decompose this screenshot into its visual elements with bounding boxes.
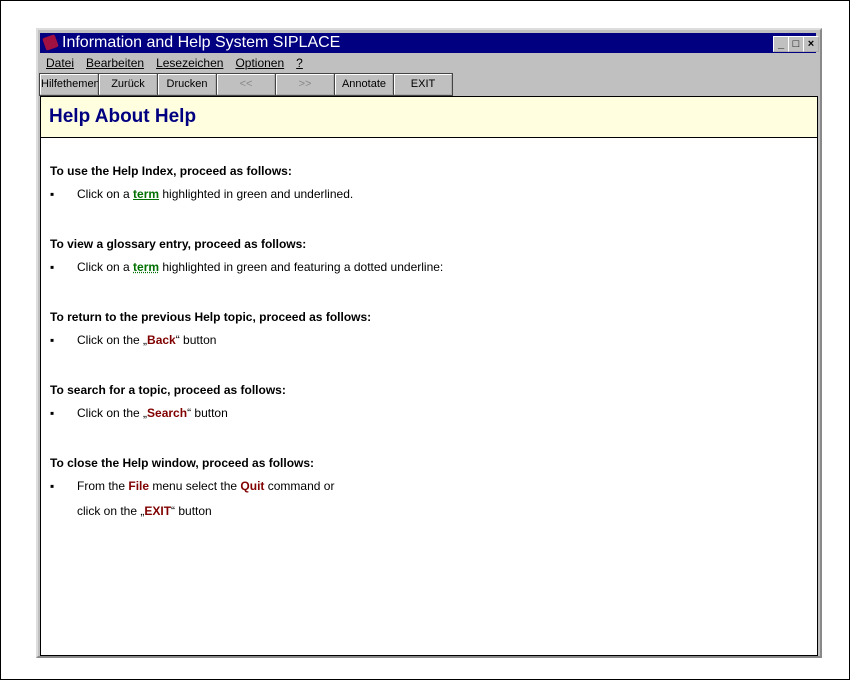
minimize-button[interactable]: _ (773, 36, 789, 52)
back-button[interactable]: Zurück (98, 73, 158, 96)
list-item-continuation: click on the „EXIT“ button (50, 501, 808, 526)
bullet: ▪ (50, 406, 55, 420)
list-item: ▪ Click on a term highlighted in green an… (50, 184, 808, 209)
help-content: Help About Help To use the Help Index, p… (40, 96, 818, 656)
term-link[interactable]: term (133, 187, 159, 201)
glossary-term-link[interactable]: term (133, 260, 159, 274)
close-button[interactable]: × (803, 36, 819, 52)
text: “ button (171, 504, 212, 518)
bullet: ▪ (50, 479, 55, 493)
emphasis: File (128, 479, 150, 493)
text: Click on the „ (77, 406, 148, 420)
previous-button[interactable]: << (216, 73, 276, 96)
title-bar[interactable]: Information and Help System SIPLACE _ □ … (40, 33, 819, 53)
list-item: ▪ From the File menu select the Quit comm… (50, 476, 808, 501)
section-heading: To search for a topic, proceed as follow… (50, 383, 286, 397)
text: “ button (187, 406, 228, 420)
next-button[interactable]: >> (275, 73, 335, 96)
list-item: ▪ Click on a term highlighted in green an… (50, 257, 808, 282)
emphasis: Back (147, 333, 176, 347)
bullet: ▪ (50, 333, 55, 347)
text: From the (77, 479, 129, 493)
help-window: Information and Help System SIPLACE _ □ … (36, 28, 822, 658)
text: highlighted in green and featuring a dot… (159, 260, 444, 274)
menu-datei[interactable]: Datei (46, 56, 74, 70)
toolbar: Hilfethemen Zurück Drucken << >> Annotat… (39, 73, 453, 96)
text: click on the „ (77, 504, 145, 518)
text: Click on a (77, 187, 134, 201)
help-book-icon (42, 34, 59, 51)
window-title: Information and Help System SIPLACE (62, 34, 341, 51)
emphasis: Quit (240, 479, 265, 493)
page-title: Help About Help (41, 97, 817, 138)
section-heading: To close the Help window, proceed as fol… (50, 456, 315, 470)
menu-bearbeiten[interactable]: Bearbeiten (86, 56, 144, 70)
bullet: ▪ (50, 260, 55, 274)
list-item: ▪ Click on the „Search“ button (50, 403, 808, 428)
contents-button[interactable]: Hilfethemen (39, 73, 100, 96)
menu-optionen[interactable]: Optionen (235, 56, 284, 70)
bullet: ▪ (50, 187, 55, 201)
section-heading: To view a glossary entry, proceed as fol… (50, 237, 307, 251)
menu-lesezeichen[interactable]: Lesezeichen (156, 56, 223, 70)
text: menu select the (149, 479, 241, 493)
maximize-button[interactable]: □ (788, 36, 804, 52)
text: command or (264, 479, 335, 493)
section-heading: To use the Help Index, proceed as follow… (50, 164, 292, 178)
emphasis: EXIT (144, 504, 172, 518)
text: highlighted in green and underlined. (159, 187, 354, 201)
menu-bar: Datei Bearbeiten Lesezeichen Optionen? (46, 55, 315, 72)
text: Click on the „ (77, 333, 148, 347)
text: Click on a (77, 260, 134, 274)
annotate-button[interactable]: Annotate (334, 73, 394, 96)
list-item: ▪ Click on the „Back“ button (50, 330, 808, 355)
text: “ button (175, 333, 217, 347)
exit-button[interactable]: EXIT (393, 73, 453, 96)
menu-help[interactable]: ? (296, 56, 303, 70)
section-heading: To return to the previous Help topic, pr… (50, 310, 372, 324)
emphasis: Search (147, 406, 188, 420)
print-button[interactable]: Drucken (157, 73, 217, 96)
